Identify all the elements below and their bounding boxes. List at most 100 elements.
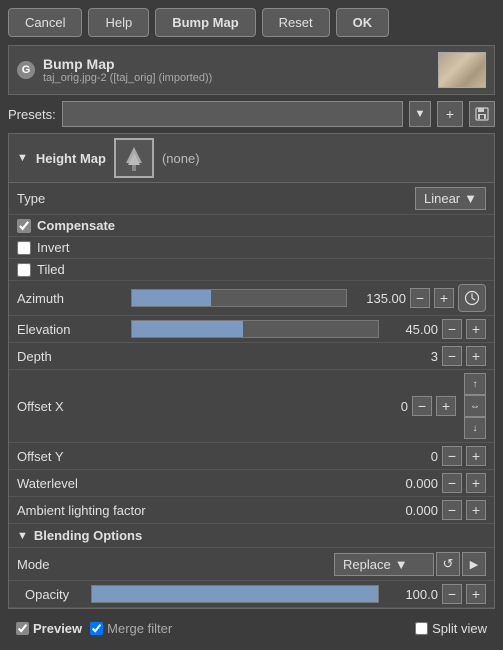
azimuth-label: Azimuth (17, 291, 127, 306)
tree-icon (119, 143, 149, 173)
main-container: G Bump Map taj_orig.jpg-2 ([taj_orig] (i… (0, 45, 503, 650)
plugin-title: Bump Map (43, 56, 212, 72)
offset-x-row: Offset X 0 − + ↑ ⇔ ↓ (9, 370, 494, 443)
height-map-collapse-arrow[interactable]: ▼ (17, 152, 28, 164)
reset-button[interactable]: Reset (262, 8, 330, 37)
presets-select[interactable] (62, 101, 403, 127)
waterlevel-label: Waterlevel (17, 476, 389, 491)
tiled-label[interactable]: Tiled (37, 262, 65, 277)
split-view-checkbox[interactable] (415, 622, 428, 635)
blending-title: Blending Options (34, 528, 142, 543)
header-left: G Bump Map taj_orig.jpg-2 ([taj_orig] (i… (17, 56, 212, 84)
mode-dropdown-wrap: Replace ▼ ↺ ▶ (334, 552, 486, 576)
invert-label[interactable]: Invert (37, 240, 70, 255)
elevation-fill (132, 321, 243, 337)
offset-chain-bottom-button[interactable]: ↓ (464, 417, 486, 439)
offset-y-minus-button[interactable]: − (442, 446, 462, 466)
top-toolbar: Cancel Help Bump Map Reset OK (0, 0, 503, 45)
depth-minus-button[interactable]: − (442, 346, 462, 366)
save-icon (475, 107, 489, 121)
offset-y-value: 0 (393, 449, 438, 464)
split-view-label: Split view (432, 621, 487, 636)
merge-check-label[interactable]: Merge filter (90, 621, 172, 636)
compensate-checkbox[interactable] (17, 219, 31, 233)
preview-check-label[interactable]: Preview (16, 621, 82, 636)
ambient-value: 0.000 (393, 503, 438, 518)
mode-dropdown-arrow-icon: ▼ (395, 557, 408, 572)
opacity-slider[interactable] (91, 585, 379, 603)
azimuth-fill (132, 290, 211, 306)
presets-add-button[interactable]: + (437, 101, 463, 127)
elevation-row: Elevation 45.00 − + (9, 316, 494, 343)
ok-button[interactable]: OK (336, 8, 390, 37)
azimuth-plus-button[interactable]: + (434, 288, 454, 308)
elevation-slider[interactable] (131, 320, 379, 338)
offset-x-label: Offset X (17, 399, 359, 414)
offset-x-plus-button[interactable]: + (436, 396, 456, 416)
azimuth-minus-button[interactable]: − (410, 288, 430, 308)
opacity-fill (92, 586, 378, 602)
preview-checkbox[interactable] (16, 622, 29, 635)
elevation-minus-button[interactable]: − (442, 319, 462, 339)
depth-label: Depth (17, 349, 389, 364)
opacity-label: Opacity (17, 587, 87, 602)
tiled-row: Tiled (9, 259, 494, 281)
type-dropdown[interactable]: Linear ▼ (415, 187, 486, 210)
gimp-icon: G (17, 61, 35, 79)
type-label: Type (17, 191, 415, 206)
tiled-checkbox[interactable] (17, 263, 31, 277)
blending-collapse-arrow[interactable]: ▼ (17, 530, 28, 542)
ambient-plus-button[interactable]: + (466, 500, 486, 520)
compensate-row: Compensate (9, 215, 494, 237)
presets-label: Presets: (8, 107, 56, 122)
mode-arrow-button[interactable]: ▶ (462, 552, 486, 576)
invert-checkbox[interactable] (17, 241, 31, 255)
offset-x-minus-button[interactable]: − (412, 396, 432, 416)
ambient-minus-button[interactable]: − (442, 500, 462, 520)
merge-filter-checkbox[interactable] (90, 622, 103, 635)
waterlevel-value: 0.000 (393, 476, 438, 491)
mode-reset-button[interactable]: ↺ (436, 552, 460, 576)
mode-dropdown[interactable]: Replace ▼ (334, 553, 434, 576)
help-button[interactable]: Help (88, 8, 149, 37)
azimuth-clock-button[interactable] (458, 284, 486, 312)
blending-header: ▼ Blending Options (9, 524, 494, 548)
depth-value: 3 (393, 349, 438, 364)
waterlevel-plus-button[interactable]: + (466, 473, 486, 493)
compensate-label[interactable]: Compensate (37, 218, 115, 233)
header-thumbnail[interactable] (438, 52, 486, 88)
height-thumb-image (116, 140, 152, 176)
presets-save-button[interactable] (469, 101, 495, 127)
elevation-plus-button[interactable]: + (466, 319, 486, 339)
clock-icon (464, 290, 480, 306)
offset-chain-middle-button[interactable]: ⇔ (464, 395, 486, 417)
offset-y-row: Offset Y 0 − + (9, 443, 494, 470)
split-check-label[interactable]: Split view (415, 621, 487, 636)
offset-y-plus-button[interactable]: + (466, 446, 486, 466)
thumbnail-image (439, 53, 485, 87)
offset-chain-top-button[interactable]: ↑ (464, 373, 486, 395)
height-map-title: Height Map (36, 151, 106, 166)
presets-dropdown-arrow[interactable]: ▼ (409, 101, 431, 127)
ambient-label: Ambient lighting factor (17, 503, 389, 518)
opacity-row: Opacity 100.0 − + (9, 581, 494, 608)
bump-map-button[interactable]: Bump Map (155, 8, 255, 37)
waterlevel-minus-button[interactable]: − (442, 473, 462, 493)
presets-row: Presets: ▼ + (8, 101, 495, 127)
cancel-button[interactable]: Cancel (8, 8, 82, 37)
height-map-header: ▼ Height Map (none) (9, 134, 494, 183)
ambient-row: Ambient lighting factor 0.000 − + (9, 497, 494, 524)
type-value: Linear (424, 191, 460, 206)
depth-row: Depth 3 − + (9, 343, 494, 370)
type-dropdown-arrow: ▼ (464, 191, 477, 206)
header-text: Bump Map taj_orig.jpg-2 ([taj_orig] (imp… (43, 56, 212, 84)
height-map-thumbnail[interactable] (114, 138, 154, 178)
azimuth-slider[interactable] (131, 289, 347, 307)
azimuth-value: 135.00 (351, 291, 406, 306)
opacity-minus-button[interactable]: − (442, 584, 462, 604)
opacity-plus-button[interactable]: + (466, 584, 486, 604)
preview-label: Preview (33, 621, 82, 636)
footer-row: Preview Merge filter Split view (8, 615, 495, 642)
waterlevel-row: Waterlevel 0.000 − + (9, 470, 494, 497)
depth-plus-button[interactable]: + (466, 346, 486, 366)
